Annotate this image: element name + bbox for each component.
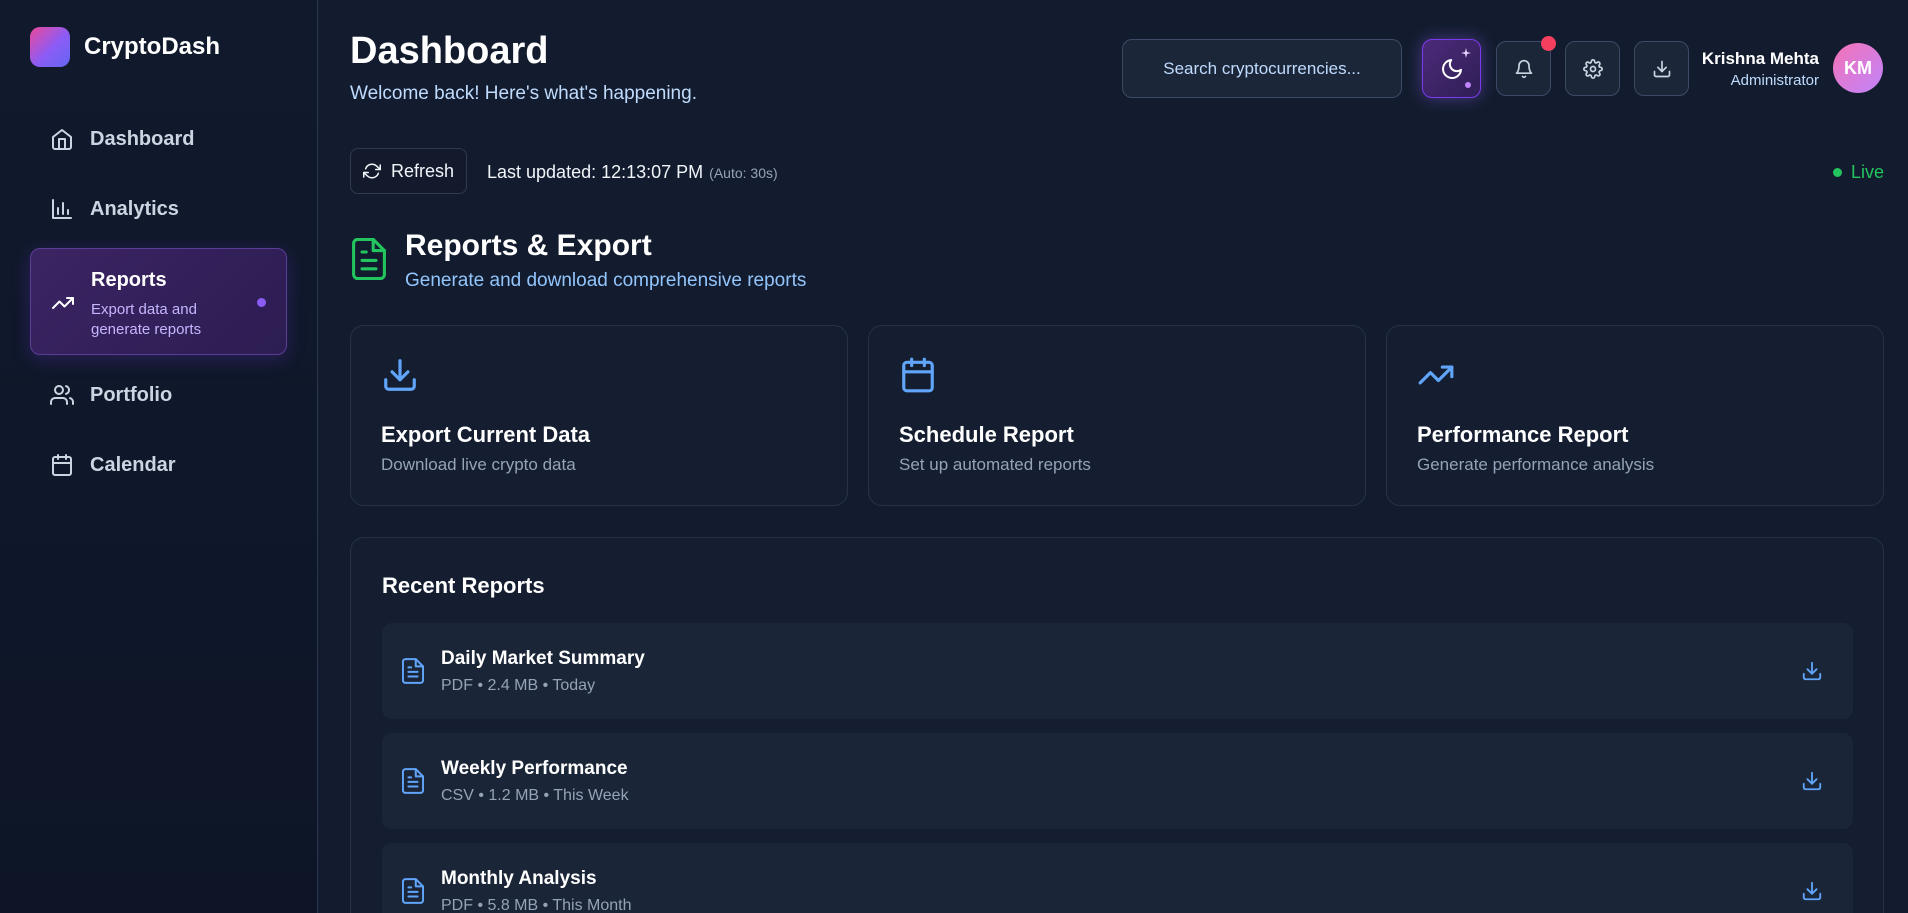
gear-icon: [1582, 58, 1603, 79]
live-label: Live: [1850, 162, 1884, 182]
bell-icon: [1515, 59, 1532, 78]
notification-badge: [1541, 36, 1556, 51]
brand-name: CryptoDash: [84, 33, 221, 60]
bar-chart-icon: [52, 199, 72, 219]
sidebar-item-label: Calendar: [90, 453, 176, 476]
card-description: Set up automated reports: [899, 455, 1091, 474]
card-description: Generate performance analysis: [1417, 455, 1655, 474]
file-text-icon: [402, 878, 424, 904]
calendar-icon: [902, 357, 934, 393]
sidebar-item-label: Dashboard: [90, 127, 195, 150]
report-name: Daily Market Summary: [441, 648, 645, 669]
download-icon[interactable]: [1801, 660, 1823, 682]
section-title: Reports & Export: [405, 229, 652, 262]
file-text-icon: [402, 768, 424, 794]
notifications-button[interactable]: [1496, 36, 1556, 96]
list-item[interactable]: Daily Market Summary PDF • 2.4 MB • Toda…: [382, 623, 1853, 719]
sidebar-item-text: Reports Export data and generate reports: [91, 269, 221, 340]
live-dot: [1832, 168, 1842, 177]
refresh-button[interactable]: Refresh: [350, 148, 467, 194]
user-name: Krishna Mehta: [1701, 49, 1819, 68]
sidebar: CryptoDash Dashboard Analytics Reports E…: [0, 0, 318, 913]
last-updated-time: Last updated: 12:13:07 PM: [487, 162, 704, 182]
trending-up-icon: [52, 297, 74, 309]
export-current-data-card[interactable]: Export Current Data Download live crypto…: [350, 325, 848, 506]
refresh-label: Refresh: [390, 160, 455, 181]
theme-indicator-dot: [1465, 82, 1471, 88]
recent-reports-title: Recent Reports: [382, 573, 545, 598]
brand[interactable]: CryptoDash: [30, 27, 220, 67]
sidebar-item-analytics[interactable]: Analytics: [30, 186, 287, 232]
sidebar-item-label: Reports: [91, 269, 167, 291]
list-item[interactable]: Weekly Performance CSV • 1.2 MB • This W…: [382, 733, 1853, 829]
sidebar-item-label: Portfolio: [90, 383, 173, 406]
last-updated-text: Last updated: 12:13:07 PM (Auto: 30s): [487, 162, 778, 183]
page-subtitle: Welcome back! Here's what's happening.: [350, 83, 697, 104]
download-icon[interactable]: [1801, 880, 1823, 902]
users-icon: [50, 385, 74, 405]
trending-up-icon: [1418, 365, 1454, 385]
home-icon: [52, 129, 72, 150]
sidebar-item-dashboard[interactable]: Dashboard: [30, 116, 287, 162]
avatar[interactable]: KM: [1833, 43, 1883, 93]
report-name: Monthly Analysis: [441, 868, 597, 889]
search-input[interactable]: Search cryptocurrencies...: [1122, 39, 1402, 98]
card-description: Download live crypto data: [381, 455, 576, 474]
calendar-icon: [52, 454, 72, 476]
refresh-icon: [362, 163, 381, 179]
search-placeholder: Search cryptocurrencies...: [1163, 58, 1361, 78]
theme-toggle-button[interactable]: [1422, 39, 1481, 98]
download-icon: [1653, 60, 1670, 77]
file-text-icon: [352, 238, 386, 280]
sidebar-item-reports[interactable]: Reports Export data and generate reports: [30, 248, 287, 355]
section-subtitle: Generate and download comprehensive repo…: [405, 270, 807, 291]
brand-logo: [30, 27, 70, 67]
auto-refresh-interval: (Auto: 30s): [709, 165, 778, 181]
file-text-icon: [402, 658, 424, 684]
card-title: Performance Report: [1417, 422, 1629, 447]
report-name: Weekly Performance: [441, 758, 628, 779]
settings-button[interactable]: [1565, 41, 1620, 96]
active-indicator: [257, 298, 266, 307]
report-meta: CSV • 1.2 MB • This Week: [441, 787, 629, 804]
performance-report-card[interactable]: Performance Report Generate performance …: [1386, 325, 1884, 506]
sidebar-item-description: Export data and generate reports: [91, 301, 202, 338]
card-title: Export Current Data: [381, 422, 591, 447]
page-title: Dashboard: [350, 30, 549, 72]
moon-icon: [1441, 58, 1462, 79]
report-meta: PDF • 5.8 MB • This Month: [441, 897, 632, 913]
live-status: Live: [1832, 162, 1884, 183]
list-item[interactable]: Monthly Analysis PDF • 5.8 MB • This Mon…: [382, 843, 1853, 913]
card-title: Schedule Report: [899, 422, 1074, 447]
report-meta: PDF • 2.4 MB • Today: [441, 677, 596, 694]
user-role: Administrator: [1730, 72, 1819, 89]
download-icon[interactable]: [1801, 770, 1823, 792]
sidebar-item-calendar[interactable]: Calendar: [30, 442, 287, 488]
download-icon: [384, 359, 416, 391]
sparkle-icon: [1461, 48, 1471, 58]
download-button[interactable]: [1634, 41, 1689, 96]
sidebar-item-label: Analytics: [90, 197, 179, 220]
sidebar-item-portfolio[interactable]: Portfolio: [30, 372, 287, 418]
recent-reports-panel: Recent Reports Daily Market Summary PDF …: [350, 537, 1884, 913]
schedule-report-card[interactable]: Schedule Report Set up automated reports: [868, 325, 1366, 506]
